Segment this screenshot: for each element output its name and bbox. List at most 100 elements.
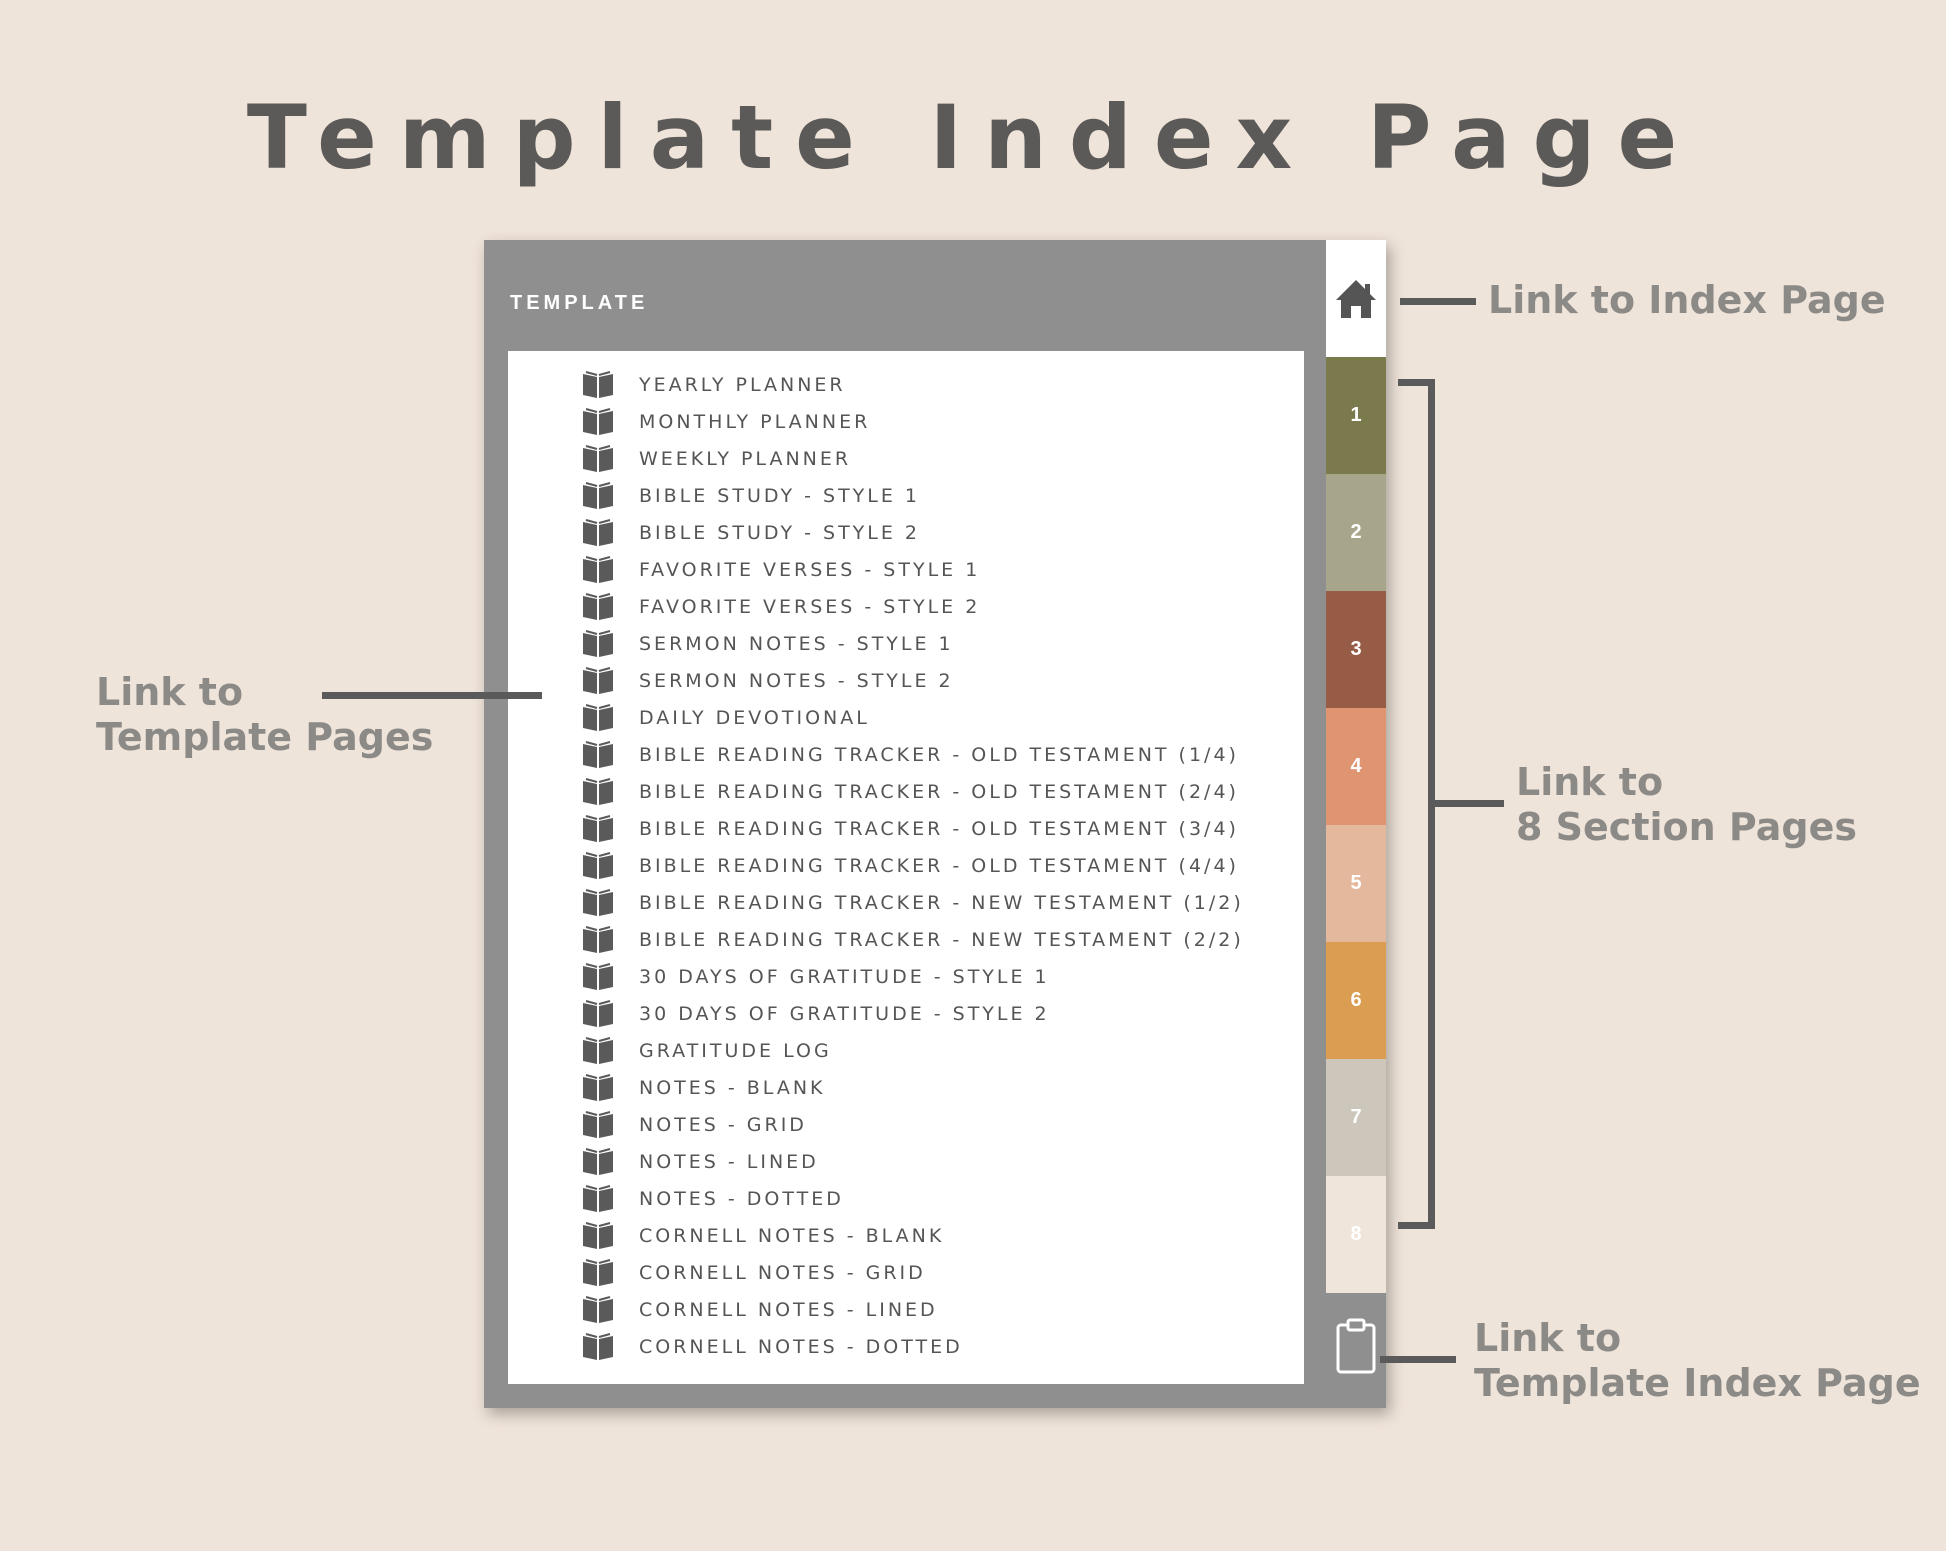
section-tab-5[interactable]: 5 (1326, 825, 1386, 942)
section-tab-7[interactable]: 7 (1326, 1059, 1386, 1176)
book-icon (583, 962, 613, 990)
sections-connector (1432, 800, 1504, 807)
template-item-label: CORNELL NOTES - GRID (639, 1261, 926, 1284)
template-item[interactable]: NOTES - BLANK (581, 1069, 1244, 1106)
template-item[interactable]: BIBLE READING TRACKER - OLD TESTAMENT (4… (581, 847, 1244, 884)
template-item[interactable]: BIBLE READING TRACKER - OLD TESTAMENT (3… (581, 810, 1244, 847)
template-item[interactable]: NOTES - GRID (581, 1106, 1244, 1143)
sections-annotation-line2: 8 Section Pages (1516, 805, 1857, 849)
template-item-label: 30 DAYS OF GRATITUDE - STYLE 1 (639, 965, 1050, 988)
template-item[interactable]: GRATITUDE LOG (581, 1032, 1244, 1069)
index-link-connector (1400, 298, 1476, 305)
book-icon (583, 925, 613, 953)
template-item[interactable]: NOTES - DOTTED (581, 1180, 1244, 1217)
template-item[interactable]: CORNELL NOTES - GRID (581, 1254, 1244, 1291)
template-item-label: BIBLE READING TRACKER - NEW TESTAMENT (2… (639, 928, 1244, 951)
book-icon (583, 999, 613, 1027)
template-item[interactable]: FAVORITE VERSES - STYLE 1 (581, 551, 1244, 588)
template-item[interactable]: YEARLY PLANNER (581, 366, 1244, 403)
section-tab-2[interactable]: 2 (1326, 474, 1386, 591)
page-title: Template Index Page (246, 86, 1700, 189)
template-item[interactable]: FAVORITE VERSES - STYLE 2 (581, 588, 1244, 625)
book-icon (583, 1147, 613, 1175)
book-icon (583, 370, 613, 398)
book-icon (583, 1221, 613, 1249)
template-item[interactable]: SERMON NOTES - STYLE 1 (581, 625, 1244, 662)
clipboard-icon (1336, 1318, 1376, 1374)
home-tab[interactable] (1326, 240, 1386, 357)
book-icon (583, 407, 613, 435)
template-item[interactable]: SERMON NOTES - STYLE 2 (581, 662, 1244, 699)
template-item[interactable]: MONTHLY PLANNER (581, 403, 1244, 440)
template-item-label: YEARLY PLANNER (639, 373, 846, 396)
template-item[interactable]: BIBLE READING TRACKER - NEW TESTAMENT (2… (581, 921, 1244, 958)
template-item-label: BIBLE STUDY - STYLE 2 (639, 521, 920, 544)
template-item-label: CORNELL NOTES - DOTTED (639, 1335, 963, 1358)
section-tab-8[interactable]: 8 (1326, 1176, 1386, 1293)
template-item-label: NOTES - GRID (639, 1113, 807, 1136)
template-item[interactable]: BIBLE STUDY - STYLE 1 (581, 477, 1244, 514)
book-icon (583, 518, 613, 546)
template-item-label: SERMON NOTES - STYLE 2 (639, 669, 954, 692)
template-pages-annotation: Link to Template Pages (96, 670, 433, 760)
sections-bracket-bottom (1398, 1222, 1434, 1229)
book-icon (583, 1073, 613, 1101)
home-icon (1336, 279, 1376, 318)
template-item[interactable]: NOTES - LINED (581, 1143, 1244, 1180)
template-pages-connector (322, 692, 542, 699)
planner-header: TEMPLATE (510, 292, 649, 314)
template-item[interactable]: DAILY DEVOTIONAL (581, 699, 1244, 736)
template-item-label: BIBLE READING TRACKER - NEW TESTAMENT (1… (639, 891, 1244, 914)
template-item-label: GRATITUDE LOG (639, 1039, 832, 1062)
template-index-annotation-line2: Template Index Page (1474, 1361, 1921, 1405)
template-item[interactable]: CORNELL NOTES - LINED (581, 1291, 1244, 1328)
template-item-label: 30 DAYS OF GRATITUDE - STYLE 2 (639, 1002, 1050, 1025)
template-item[interactable]: CORNELL NOTES - BLANK (581, 1217, 1244, 1254)
template-item[interactable]: CORNELL NOTES - DOTTED (581, 1328, 1244, 1365)
book-icon (583, 814, 613, 842)
template-item-label: BIBLE READING TRACKER - OLD TESTAMENT (1… (639, 743, 1239, 766)
template-item[interactable]: WEEKLY PLANNER (581, 440, 1244, 477)
book-icon (583, 851, 613, 879)
section-tab-6[interactable]: 6 (1326, 942, 1386, 1059)
book-icon (583, 740, 613, 768)
planner-page: TEMPLATE YEARLY PLANNER MONTHLY PLANNER WE… (484, 240, 1386, 1408)
book-icon (583, 1184, 613, 1212)
template-item[interactable]: BIBLE READING TRACKER - OLD TESTAMENT (1… (581, 736, 1244, 773)
book-icon (583, 555, 613, 583)
index-link-annotation: Link to Index Page (1488, 278, 1886, 322)
book-icon (583, 592, 613, 620)
template-item-label: FAVORITE VERSES - STYLE 1 (639, 558, 981, 581)
book-icon (583, 629, 613, 657)
book-icon (583, 1258, 613, 1286)
template-index-annotation-line1: Link to (1474, 1316, 1622, 1360)
template-item[interactable]: 30 DAYS OF GRATITUDE - STYLE 2 (581, 995, 1244, 1032)
section-tab-1[interactable]: 1 (1326, 357, 1386, 474)
template-item-label: MONTHLY PLANNER (639, 410, 871, 433)
book-icon (583, 1295, 613, 1323)
template-list: YEARLY PLANNER MONTHLY PLANNER WEEKLY PLAN… (581, 366, 1244, 1365)
template-item[interactable]: 30 DAYS OF GRATITUDE - STYLE 1 (581, 958, 1244, 995)
template-item-label: WEEKLY PLANNER (639, 447, 852, 470)
template-item[interactable]: BIBLE READING TRACKER - OLD TESTAMENT (2… (581, 773, 1244, 810)
template-item-label: CORNELL NOTES - LINED (639, 1298, 938, 1321)
section-tab-4[interactable]: 4 (1326, 708, 1386, 825)
template-index-connector (1380, 1356, 1456, 1363)
template-item-label: CORNELL NOTES - BLANK (639, 1224, 945, 1247)
template-item[interactable]: BIBLE READING TRACKER - NEW TESTAMENT (1… (581, 884, 1244, 921)
template-item-label: NOTES - BLANK (639, 1076, 826, 1099)
book-icon (583, 888, 613, 916)
book-icon (583, 777, 613, 805)
template-pages-annotation-line2: Template Pages (96, 715, 434, 759)
template-item-label: SERMON NOTES - STYLE 1 (639, 632, 954, 655)
template-item-label: BIBLE READING TRACKER - OLD TESTAMENT (3… (639, 817, 1239, 840)
template-index-tab[interactable] (1326, 1298, 1386, 1394)
sections-annotation-line1: Link to (1516, 760, 1664, 804)
tab-column: 12345678 (1326, 240, 1386, 1408)
template-item[interactable]: BIBLE STUDY - STYLE 2 (581, 514, 1244, 551)
book-icon (583, 1332, 613, 1360)
template-list-panel: YEARLY PLANNER MONTHLY PLANNER WEEKLY PLAN… (508, 351, 1304, 1384)
sections-annotation: Link to 8 Section Pages (1516, 760, 1857, 850)
section-tab-3[interactable]: 3 (1326, 591, 1386, 708)
template-item-label: NOTES - LINED (639, 1150, 819, 1173)
